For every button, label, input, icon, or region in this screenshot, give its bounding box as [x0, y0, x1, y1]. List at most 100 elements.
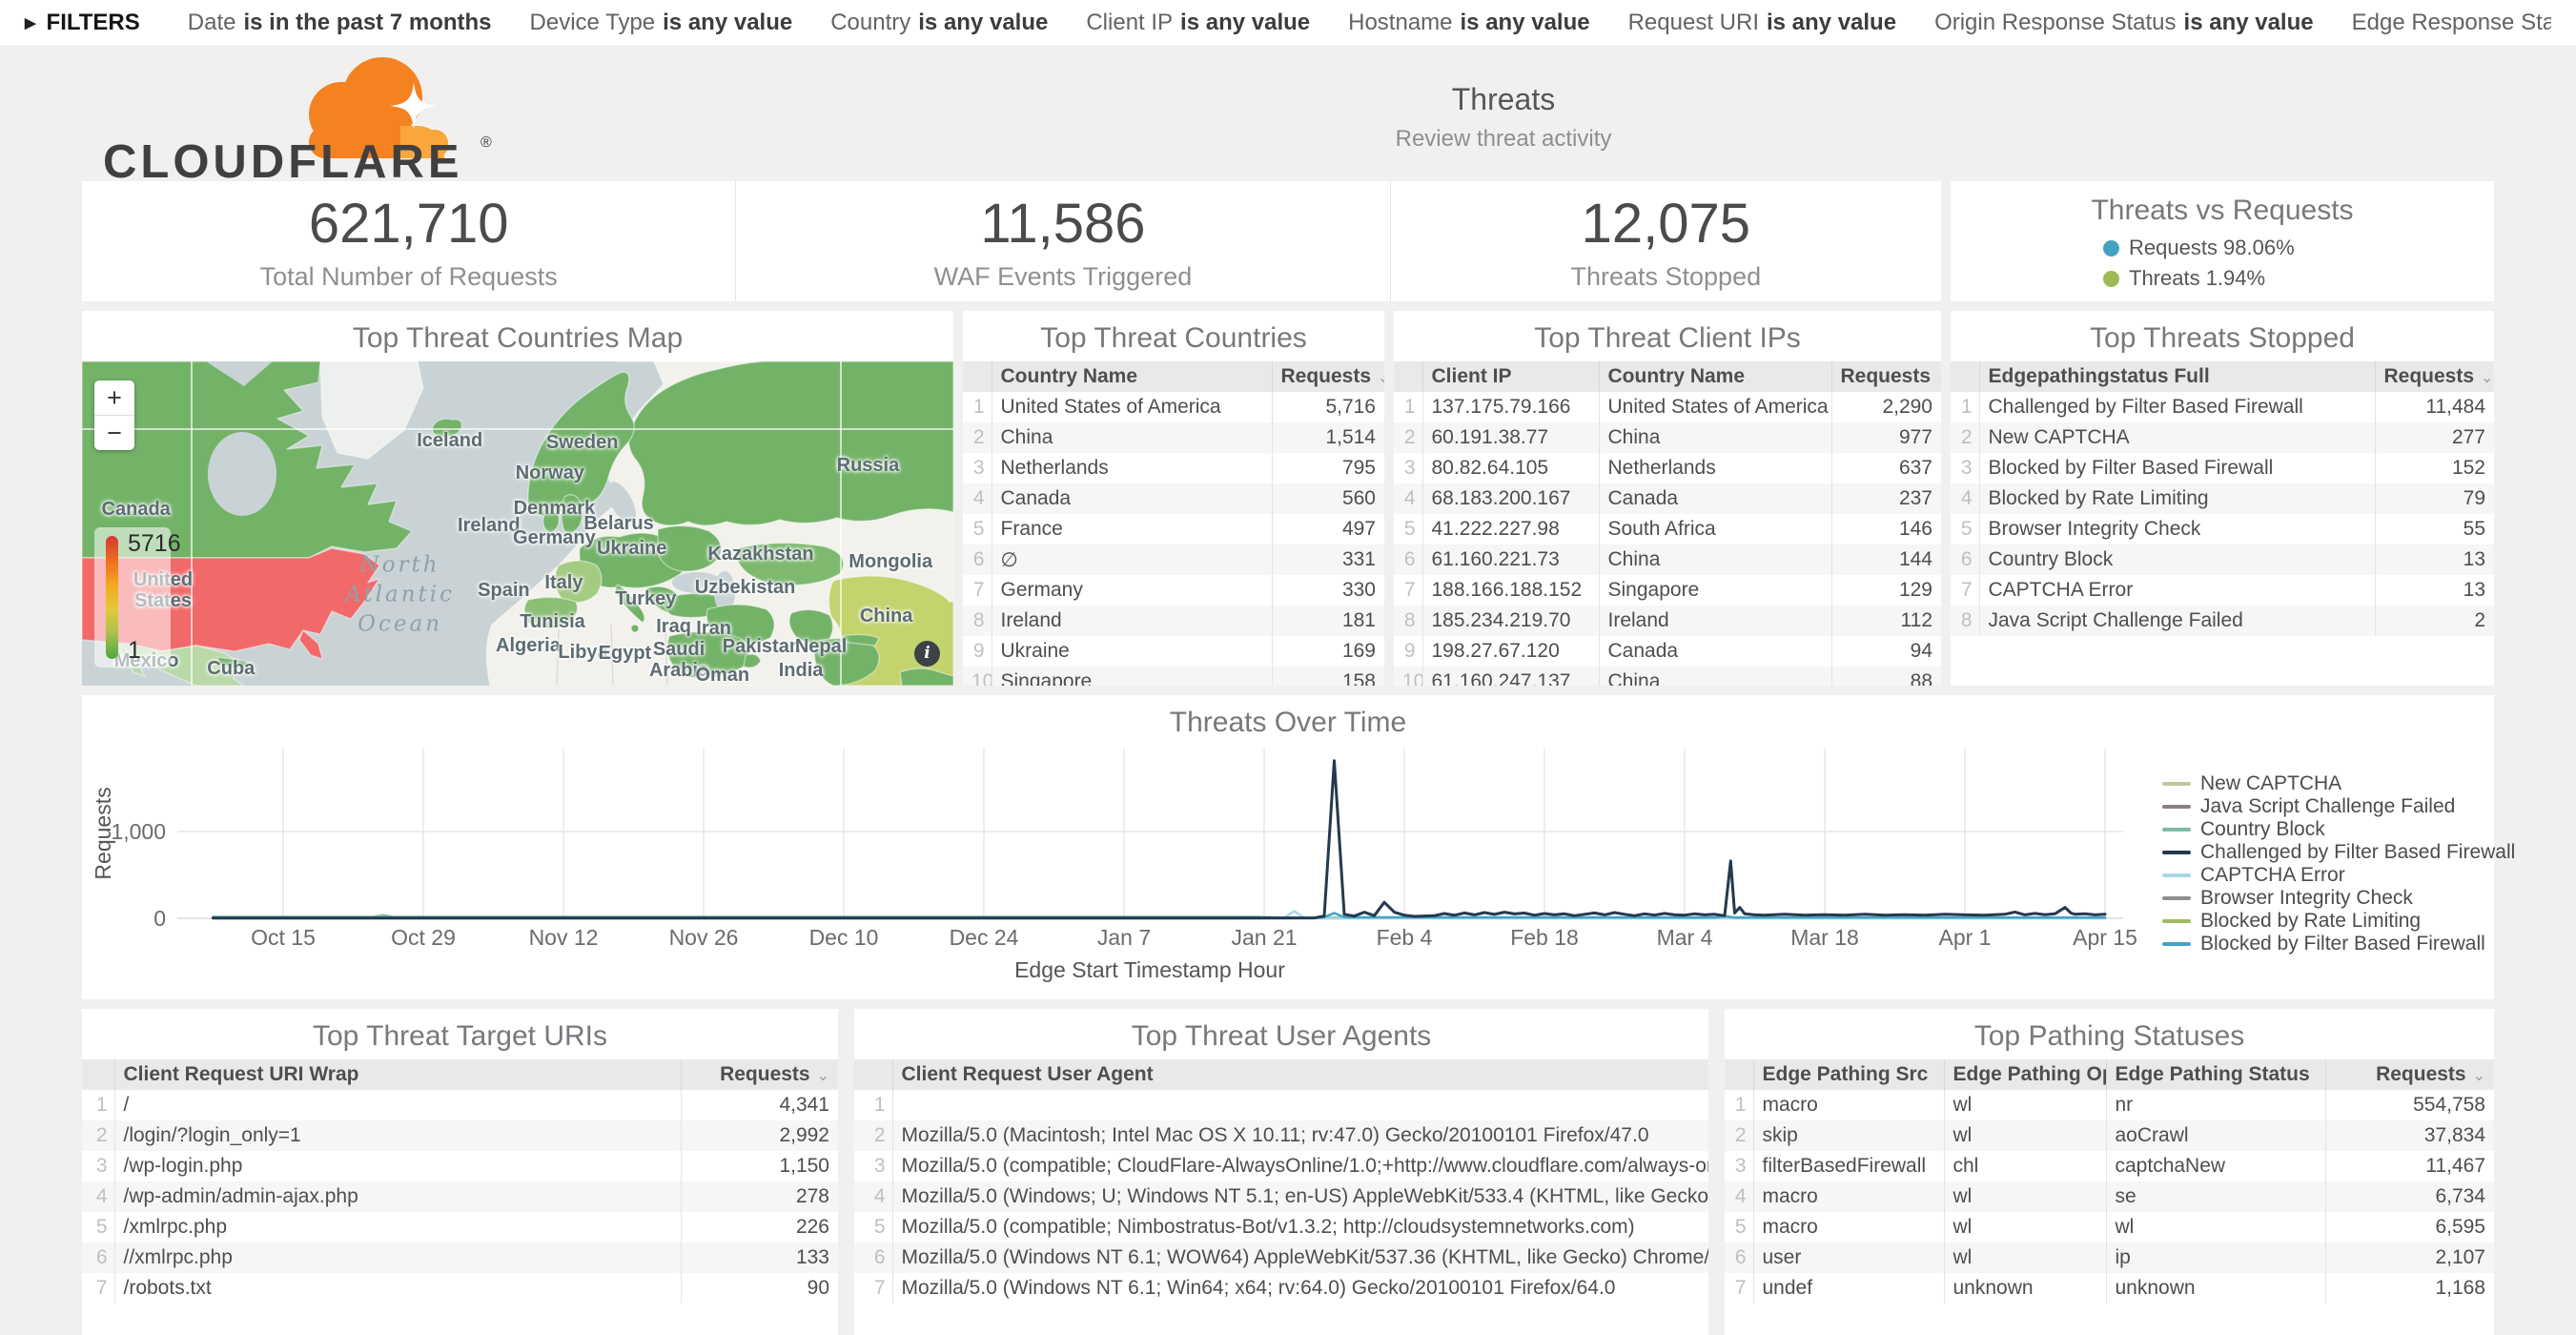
table-row[interactable]: 1061.160.247.137China88 — [1394, 667, 1941, 686]
table-cell: Ukraine — [992, 636, 1272, 667]
table-cell: 554,758 — [2325, 1090, 2494, 1120]
table-row[interactable]: 468.183.200.167Canada237 — [1394, 483, 1941, 514]
country-label: Denmark — [514, 498, 596, 519]
table-row[interactable]: 541.222.227.98South Africa146 — [1394, 514, 1941, 544]
ips_table-title: Top Threat Client IPs — [1394, 311, 1941, 361]
table-row[interactable]: 6∅331 — [963, 544, 1384, 575]
table-row[interactable]: 7188.166.188.152Singapore129 — [1394, 575, 1941, 606]
table-row[interactable]: 6Mozilla/5.0 (Windows NT 6.1; WOW64) App… — [854, 1243, 1708, 1273]
table-row[interactable]: 7Germany330 — [963, 575, 1384, 606]
table-row[interactable]: 2China1,514 — [963, 422, 1384, 453]
table-row[interactable]: 2skipwlaoCrawl37,834 — [1725, 1120, 2494, 1151]
column-header[interactable]: Edge Pathing Src — [1753, 1059, 1944, 1090]
map-legend-min: 1 — [128, 637, 141, 665]
filter-condition[interactable]: Device Typeis any value — [530, 10, 793, 36]
table-row[interactable]: 3Mozilla/5.0 (compatible; CloudFlare-Alw… — [854, 1151, 1708, 1181]
column-header[interactable]: Edge Pathing Op — [1944, 1059, 2106, 1090]
table-cell: 2 — [2375, 606, 2494, 636]
table-row[interactable]: 7CAPTCHA Error13 — [1951, 575, 2494, 606]
filter-condition[interactable]: Request URIis any value — [1628, 10, 1896, 36]
country-label: Italy — [544, 572, 583, 593]
table-row[interactable]: 9198.27.67.120Canada94 — [1394, 636, 1941, 667]
filters-toggle[interactable]: ▶ FILTERS — [25, 10, 140, 36]
table-row[interactable]: 1United States of America5,716 — [963, 392, 1384, 422]
table-row[interactable]: 1 — [854, 1090, 1708, 1120]
map-panel-title: Top Threat Countries Map — [82, 311, 953, 361]
column-header[interactable]: Client Request URI Wrap — [114, 1059, 681, 1090]
table-row[interactable]: 9Ukraine169 — [963, 636, 1384, 667]
map-zoom-out-button[interactable]: − — [94, 416, 134, 450]
table-row[interactable]: 4/wp-admin/admin-ajax.php278 — [82, 1181, 838, 1212]
column-header[interactable]: Requests⌄ — [2325, 1059, 2494, 1090]
table-row[interactable]: 5Mozilla/5.0 (compatible; Nimbostratus-B… — [854, 1212, 1708, 1243]
column-header[interactable]: Requests⌄ — [2375, 361, 2494, 392]
column-header[interactable]: Edgepathingstatus Full — [1979, 361, 2375, 392]
country-label: Canada — [102, 499, 171, 520]
table-cell: 277 — [2375, 422, 2494, 453]
table-cell: wl — [1944, 1212, 2106, 1243]
table-row[interactable]: 6userwlip2,107 — [1725, 1243, 2494, 1273]
table-row[interactable]: 260.191.38.77China977 — [1394, 422, 1941, 453]
column-header[interactable]: Requests⌄ — [1831, 361, 1941, 392]
table-cell: United States of America — [992, 392, 1272, 422]
map-info-button[interactable]: i — [914, 641, 940, 667]
world-map[interactable]: CanadaUnited StatesMexicoCubaNorth Atlan… — [82, 361, 953, 686]
table-row[interactable]: 380.82.64.105Netherlands637 — [1394, 453, 1941, 483]
table-row[interactable]: 8Java Script Challenge Failed2 — [1951, 606, 2494, 636]
table-cell: Mozilla/5.0 (compatible; Nimbostratus-Bo… — [892, 1212, 1708, 1243]
table-row[interactable]: 10Singapore158 — [963, 667, 1384, 686]
table-row[interactable]: 2New CAPTCHA277 — [1951, 422, 2494, 453]
table-row[interactable]: 6//xmlrpc.php133 — [82, 1243, 838, 1273]
table-row[interactable]: 1/4,341 — [82, 1090, 838, 1120]
filter-condition[interactable]: Origin Response Statusis any value — [1934, 10, 2314, 36]
filter-condition[interactable]: Edge Response Statusis any value — [2352, 10, 2551, 36]
table-cell: Mozilla/5.0 (Windows; U; Windows NT 5.1;… — [892, 1181, 1708, 1212]
svg-text:®: ® — [480, 134, 492, 151]
filter-field-label: Date — [188, 10, 236, 35]
column-header[interactable]: Edge Pathing Status — [2106, 1059, 2325, 1090]
table-row[interactable]: 2Mozilla/5.0 (Macintosh; Intel Mac OS X … — [854, 1120, 1708, 1151]
table-row[interactable]: 2/login/?login_only=12,992 — [82, 1120, 838, 1151]
filter-condition[interactable]: Countryis any value — [830, 10, 1048, 36]
table-row[interactable]: 3Blocked by Filter Based Firewall152 — [1951, 453, 2494, 483]
table-row[interactable]: 7Mozilla/5.0 (Windows NT 6.1; Win64; x64… — [854, 1273, 1708, 1304]
table-row[interactable]: 1137.175.79.166United States of America2… — [1394, 392, 1941, 422]
table-row[interactable]: 5Browser Integrity Check55 — [1951, 514, 2494, 544]
table-cell: wl — [1944, 1090, 2106, 1120]
column-header[interactable]: Country Name — [992, 361, 1272, 392]
table-cell: 1,514 — [1272, 422, 1384, 453]
filter-condition[interactable]: Hostnameis any value — [1348, 10, 1589, 36]
map-color-legend: 5716 1 — [94, 527, 171, 668]
map-zoom-in-button[interactable]: + — [94, 380, 134, 416]
sort-chevron-icon: ⌄ — [1378, 370, 1384, 386]
table-row[interactable]: 1macrowlnr554,758 — [1725, 1090, 2494, 1120]
table-row[interactable]: 4Blocked by Rate Limiting79 — [1951, 483, 2494, 514]
column-header[interactable]: Client IP — [1422, 361, 1599, 392]
table-cell: 4,341 — [681, 1090, 838, 1120]
column-header[interactable]: Client Request User Agent — [892, 1059, 1708, 1090]
filter-condition[interactable]: Client IPis any value — [1086, 10, 1310, 36]
column-header[interactable]: Country Name — [1599, 361, 1831, 392]
table-row[interactable]: 4Canada560 — [963, 483, 1384, 514]
table-row[interactable]: 5France497 — [963, 514, 1384, 544]
column-header[interactable]: Requests⌄ — [1272, 361, 1384, 392]
table-row[interactable]: 7undefunknownunknown1,168 — [1725, 1273, 2494, 1304]
table-row[interactable]: 3filterBasedFirewallchlcaptchaNew11,467 — [1725, 1151, 2494, 1181]
filter-field-label: Edge Response Status — [2352, 10, 2551, 35]
column-header[interactable]: Requests⌄ — [681, 1059, 838, 1090]
table-row[interactable]: 1Challenged by Filter Based Firewall11,4… — [1951, 392, 2494, 422]
table-row[interactable]: 3Netherlands795 — [963, 453, 1384, 483]
table-row[interactable]: 5/xmlrpc.php226 — [82, 1212, 838, 1243]
table-row[interactable]: 8Ireland181 — [963, 606, 1384, 636]
table-row[interactable]: 661.160.221.73China144 — [1394, 544, 1941, 575]
table-row[interactable]: 4Mozilla/5.0 (Windows; U; Windows NT 5.1… — [854, 1181, 1708, 1212]
filter-condition[interactable]: Dateis in the past 7 months — [188, 10, 492, 36]
table-row[interactable]: 7/robots.txt90 — [82, 1273, 838, 1304]
table-row[interactable]: 5macrowlwl6,595 — [1725, 1212, 2494, 1243]
table-row[interactable]: 8185.234.219.70Ireland112 — [1394, 606, 1941, 636]
table-row[interactable]: 6Country Block13 — [1951, 544, 2494, 575]
table-row[interactable]: 3/wp-login.php1,150 — [82, 1151, 838, 1181]
table-row[interactable]: 4macrowlse6,734 — [1725, 1181, 2494, 1212]
table-cell: aoCrawl — [2106, 1120, 2325, 1151]
row-number: 2 — [854, 1120, 892, 1151]
